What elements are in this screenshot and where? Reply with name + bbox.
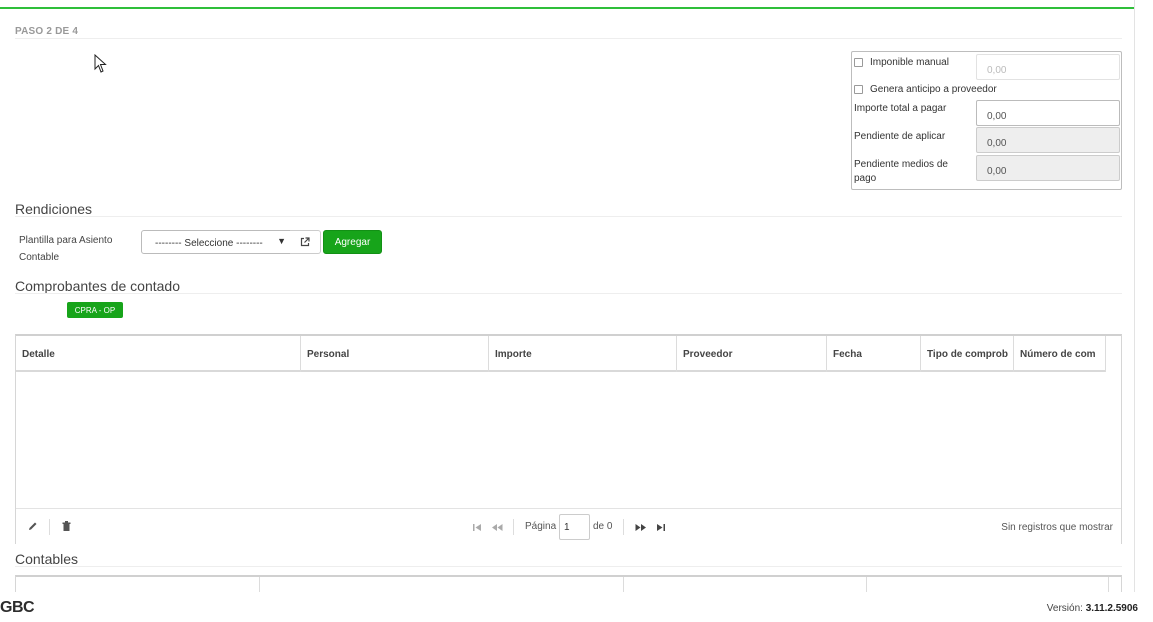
comprobantes-title: Comprobantes de contado <box>15 278 180 294</box>
contables-title: Contables <box>15 551 79 567</box>
plantilla-select-value: -------- Seleccione -------- <box>155 238 263 249</box>
agregar-button[interactable]: Agregar <box>323 230 382 254</box>
pendiente-medios-label: Pendiente medios de pago <box>854 158 948 186</box>
grid-pager: Página 1 de 0 Sin registros que mostrar <box>16 508 1121 544</box>
column-header-importe[interactable]: Importe <box>489 336 677 372</box>
edit-pencil-icon[interactable] <box>26 519 40 533</box>
imponible-manual-checkbox[interactable] <box>854 58 863 67</box>
mouse-cursor-icon <box>94 54 107 73</box>
column-header-proveedor[interactable]: Proveedor <box>677 336 827 372</box>
plantilla-asiento-label: Plantilla para Asiento Contable <box>19 232 112 266</box>
gbc-logo: GBC <box>0 599 35 616</box>
contables-column <box>260 577 624 592</box>
importe-total-label: Importe total a pagar <box>854 103 947 114</box>
progress-top-line <box>0 7 1134 9</box>
version-info: Versión: 3.11.2.5906 <box>1047 603 1138 614</box>
contables-column <box>624 577 867 592</box>
divider <box>15 38 1122 39</box>
pendiente-aplicar-label: Pendiente de aplicar <box>854 131 946 142</box>
page-number-input[interactable]: 1 <box>559 514 590 540</box>
column-header-numero-comprobante[interactable]: Número de com <box>1014 336 1106 372</box>
pendiente-medios-label-line1: Pendiente medios de <box>854 159 948 170</box>
genera-anticipo-label: Genera anticipo a proveedor <box>870 84 997 95</box>
empty-records-text: Sin registros que mostrar <box>1001 522 1113 533</box>
pager-separator <box>49 519 50 535</box>
next-page-icon[interactable] <box>633 520 647 534</box>
imponible-manual-input[interactable]: 0,00 <box>976 54 1120 80</box>
page-count-label: de 0 <box>593 521 613 532</box>
importe-total-input[interactable]: 0,00 <box>976 100 1120 126</box>
step-indicator: PASO 2 DE 4 <box>15 26 79 37</box>
prev-page-icon[interactable] <box>490 520 504 534</box>
delete-trash-icon[interactable] <box>59 519 73 533</box>
contables-grid <box>15 575 1122 592</box>
version-label: Versión: <box>1046 603 1083 614</box>
grid-header: Detalle Personal Importe Proveedor Fecha… <box>16 336 1106 372</box>
rendiciones-title: Rendiciones <box>15 201 93 217</box>
pendiente-aplicar-field: 0,00 <box>976 127 1120 153</box>
pendiente-medios-field: 0,00 <box>976 155 1120 181</box>
page-label: Página <box>525 521 557 532</box>
column-header-personal[interactable]: Personal <box>301 336 489 372</box>
divider <box>15 566 1122 567</box>
imponible-manual-label: Imponible manual <box>870 57 949 68</box>
external-link-icon <box>300 237 310 247</box>
divider <box>15 293 1122 294</box>
step-panel: PASO 2 DE 4 Imponible manual 0,00 Genera… <box>0 0 1135 592</box>
open-external-button[interactable] <box>290 230 321 254</box>
column-header-tipo-comprobante[interactable]: Tipo de comprob <box>921 336 1014 372</box>
column-header-detalle[interactable]: Detalle <box>16 336 301 372</box>
last-page-icon[interactable] <box>653 520 667 534</box>
comprobantes-grid: Detalle Personal Importe Proveedor Fecha… <box>15 334 1122 544</box>
version-number: 3.11.2.5906 <box>1085 603 1138 614</box>
cpra-op-tag-button[interactable]: CPRA - OP <box>67 302 123 318</box>
contables-column <box>16 577 260 592</box>
payment-summary-box: Imponible manual 0,00 Genera anticipo a … <box>851 51 1122 190</box>
first-page-icon[interactable] <box>470 520 484 534</box>
dropdown-arrow-icon: ▼ <box>277 236 286 246</box>
pager-separator <box>623 519 624 535</box>
plantilla-select[interactable]: -------- Seleccione -------- ▼ <box>141 230 291 254</box>
plantilla-label-line1: Plantilla para Asiento <box>19 235 113 246</box>
contables-column <box>867 577 1109 592</box>
plantilla-label-line2: Contable <box>19 252 60 263</box>
pendiente-medios-label-line2: pago <box>854 173 877 184</box>
divider <box>15 216 1122 217</box>
pager-separator <box>513 519 514 535</box>
page-footer: GBC Versión: 3.11.2.5906 <box>0 592 1153 622</box>
genera-anticipo-checkbox[interactable] <box>854 85 863 94</box>
column-header-fecha[interactable]: Fecha <box>827 336 921 372</box>
